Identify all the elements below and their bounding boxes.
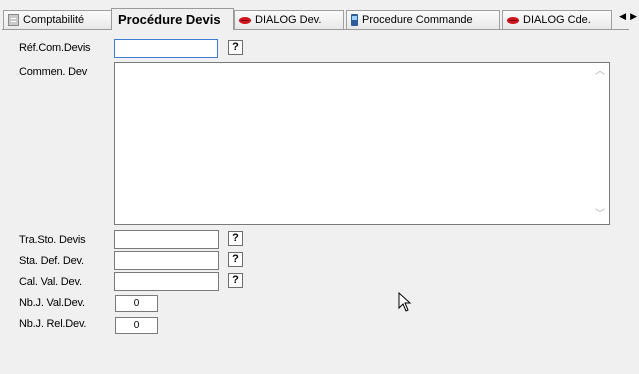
tra-sto-devis-input[interactable] — [114, 230, 219, 249]
tab-label: DIALOG Dev. — [255, 14, 322, 26]
tab-strip: Comptabilité Procédure Devis DIALOG Dev.… — [0, 0, 639, 30]
tra-sto-devis-help-button[interactable]: ? — [228, 231, 243, 246]
commen-dev-label: Commen. Dev — [19, 66, 88, 78]
nbj-rel-dev-input[interactable] — [115, 317, 158, 334]
scroll-down-icon[interactable]: ﹀ — [595, 210, 605, 220]
tab-comptabilite[interactable]: Comptabilité — [3, 10, 114, 29]
panel-border — [2, 29, 629, 30]
tab-dialog-dev[interactable]: DIALOG Dev. — [234, 10, 344, 29]
tab-label: Procedure Commande — [362, 14, 473, 26]
tra-sto-devis-label: Tra.Sto. Devis — [19, 234, 86, 246]
tab-dialog-cde[interactable]: DIALOG Cde. — [502, 10, 612, 29]
ref-com-devis-help-button[interactable]: ? — [228, 40, 243, 55]
tab-scroll-buttons: ◀ ▶ — [619, 11, 637, 22]
memo-scrollbar[interactable]: ︿ ﹀ — [592, 63, 609, 224]
lips-icon — [239, 16, 251, 24]
sta-def-dev-help-button[interactable]: ? — [228, 252, 243, 267]
tab-scroll-right-icon[interactable]: ▶ — [630, 11, 637, 22]
nbj-val-dev-label: Nb.J. Val.Dev. — [19, 297, 85, 309]
commen-dev-memo[interactable]: ︿ ﹀ — [114, 62, 610, 225]
sta-def-dev-label: Sta. Def. Dev. — [19, 255, 84, 267]
tab-procedure-commande[interactable]: Procedure Commande — [346, 10, 500, 29]
phone-icon — [351, 14, 358, 26]
cal-val-dev-label: Cal. Val. Dev. — [19, 276, 82, 288]
tab-label: Procédure Devis — [118, 12, 221, 27]
cal-val-dev-input[interactable] — [114, 272, 219, 291]
cal-val-dev-help-button[interactable]: ? — [228, 273, 243, 288]
nbj-val-dev-input[interactable] — [115, 295, 158, 312]
tab-label: Comptabilité — [23, 14, 85, 26]
lips-icon — [507, 16, 519, 24]
sta-def-dev-input[interactable] — [114, 251, 219, 270]
ledger-icon — [8, 14, 19, 26]
tab-scroll-left-icon[interactable]: ◀ — [619, 11, 626, 22]
scroll-up-icon[interactable]: ︿ — [595, 67, 605, 77]
nbj-rel-dev-label: Nb.J. Rel.Dev. — [19, 318, 87, 330]
tab-label: DIALOG Cde. — [523, 14, 591, 26]
ref-com-devis-input[interactable] — [114, 39, 218, 58]
ref-com-devis-label: Réf.Com.Devis — [19, 42, 91, 54]
tab-procedure-devis[interactable]: Procédure Devis — [111, 8, 234, 30]
mouse-cursor-icon — [398, 292, 412, 312]
